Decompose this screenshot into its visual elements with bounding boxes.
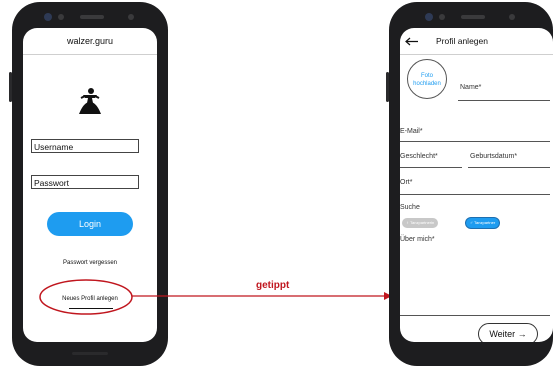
toggle-dance-partner-female[interactable]: ♀ Tanzpartnerin — [402, 218, 439, 228]
name-field-line — [458, 100, 550, 101]
female-icon: ♀ — [406, 220, 409, 225]
arrow-right-icon: → — [517, 329, 527, 339]
phone-top-bar — [425, 8, 521, 26]
sensor-icon — [509, 14, 515, 20]
photo-upload-label-line1: Foto — [420, 73, 433, 79]
next-button[interactable]: Weiter → — [478, 323, 538, 342]
speaker-icon — [461, 15, 485, 19]
photo-upload-button[interactable]: Foto hochladen — [407, 59, 447, 99]
page-title: Profil anlegen — [436, 36, 488, 46]
email-field-label[interactable]: E-Mail* — [400, 128, 423, 135]
profile-phone-frame: Profil anlegen Foto hochladen Name* E-Ma… — [386, 2, 553, 366]
camera-icon — [425, 13, 433, 21]
side-button — [386, 72, 389, 102]
profile-screen: Profil anlegen Foto hochladen Name* E-Ma… — [400, 28, 553, 342]
profile-header: Profil anlegen — [400, 28, 553, 55]
photo-upload-label-line2: hochladen — [413, 81, 441, 87]
next-button-label: Weiter — [489, 329, 516, 339]
birthdate-field-label[interactable]: Geburtsdatum* — [470, 153, 517, 160]
birthdate-field-line — [468, 167, 550, 168]
tap-label: getippt — [256, 280, 290, 291]
about-field-label[interactable]: Über mich* — [400, 236, 435, 243]
male-icon: ♂ — [470, 220, 473, 225]
arrow-left-icon[interactable] — [405, 37, 419, 46]
search-label: Suche — [400, 204, 420, 211]
toggle-female-label: Tanzpartnerin — [410, 220, 435, 225]
about-field-line — [400, 315, 550, 316]
toggle-male-label: Tanzpartner — [474, 220, 496, 225]
tap-highlight-ellipse — [39, 279, 133, 315]
gender-field-line — [400, 167, 462, 168]
sensor-icon — [439, 14, 445, 20]
toggle-dance-partner-male[interactable]: ♂ Tanzpartner — [466, 218, 500, 228]
city-field-line — [400, 194, 550, 195]
name-field-label[interactable]: Name* — [460, 84, 481, 91]
gender-field-label[interactable]: Geschlecht* — [400, 153, 438, 160]
city-field-label[interactable]: Ort* — [400, 179, 412, 186]
email-field-line — [400, 141, 550, 142]
